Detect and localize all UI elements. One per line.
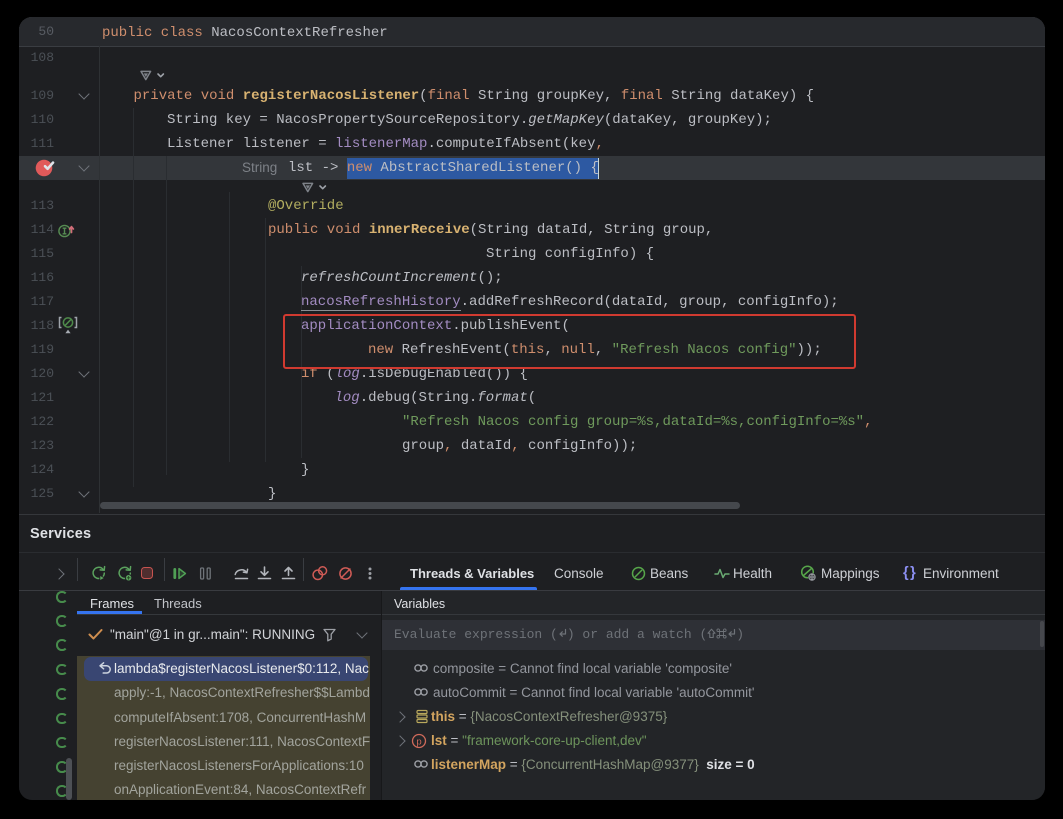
svg-text:p: p [416, 736, 421, 747]
